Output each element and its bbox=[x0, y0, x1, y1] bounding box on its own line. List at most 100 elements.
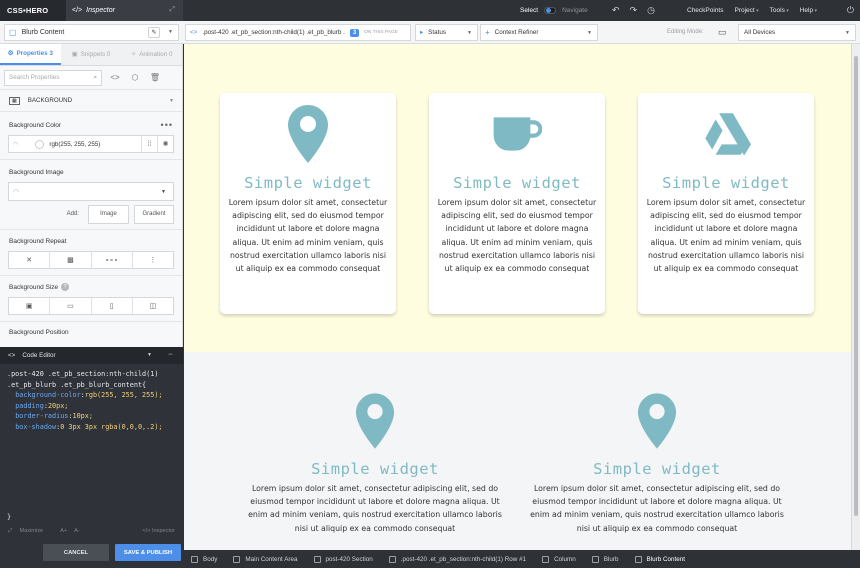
element-square-icon bbox=[233, 555, 241, 563]
add-image-button[interactable]: Image bbox=[88, 204, 129, 224]
code-line: background-color:rgb(255, 255, 255); bbox=[15, 391, 163, 399]
breadcrumb-label: Column bbox=[554, 555, 576, 563]
no-repeat-icon[interactable]: ✕ bbox=[9, 252, 51, 268]
breadcrumb-item[interactable]: Column bbox=[542, 555, 576, 563]
size-contain-icon[interactable]: ▯ bbox=[92, 298, 133, 314]
background-color-value: rgb(255, 255, 255) bbox=[49, 140, 101, 148]
tab-animation[interactable]: ✧ Animation 0 bbox=[121, 44, 182, 65]
background-repeat-options: ✕ ▩ ∘∘∘ ⋮ bbox=[8, 251, 174, 269]
add-gradient-button[interactable]: Gradient bbox=[134, 204, 174, 224]
save-publish-button[interactable]: SAVE & PUBLISH bbox=[115, 544, 181, 561]
code-property: box-shadow bbox=[15, 422, 57, 431]
coffee-cup-icon bbox=[492, 103, 542, 165]
history-icon[interactable]: ◷ bbox=[647, 5, 655, 16]
palette-grid-icon[interactable]: ⁞⁞ bbox=[141, 136, 157, 152]
font-decrease-button[interactable]: A- bbox=[74, 528, 80, 534]
code-toggle-icon[interactable]: <> bbox=[108, 73, 122, 82]
cancel-button[interactable]: CANCEL bbox=[43, 544, 109, 561]
breadcrumb-item[interactable]: Main Content Area bbox=[233, 555, 298, 563]
power-icon[interactable]: ⏻ bbox=[847, 5, 854, 16]
size-cover-icon[interactable]: ▭ bbox=[50, 298, 92, 314]
context-refiner-dropdown[interactable]: + Context Refiner ▼ bbox=[480, 24, 598, 41]
preview-scrollbar[interactable] bbox=[851, 44, 860, 550]
match-count-badge: 3 bbox=[349, 28, 360, 37]
breadcrumb-item[interactable]: Body bbox=[191, 555, 217, 563]
selector-path[interactable]: <> .post-420 .et_pb_section:nth-child(1)… bbox=[185, 24, 411, 41]
breadcrumb-item[interactable]: .post-420 .et_pb_section:nth-child(1) Ro… bbox=[388, 555, 526, 563]
context-refiner-label: Context Refiner bbox=[494, 29, 539, 36]
menu-tools[interactable]: Tools bbox=[770, 7, 789, 14]
color-swatch[interactable] bbox=[35, 139, 45, 149]
blurb-card[interactable]: Simple widget Lorem ipsum dolor sit amet… bbox=[220, 93, 396, 314]
pen-icon[interactable]: ✎ bbox=[148, 27, 160, 38]
breadcrumb-item-current[interactable]: Blurb Content bbox=[634, 555, 685, 563]
blurb-card[interactable]: Simple widget Lorem ipsum dolor sit amet… bbox=[638, 93, 814, 314]
status-dropdown[interactable]: ▸ Status ▼ bbox=[415, 24, 478, 41]
element-square-icon bbox=[388, 555, 396, 563]
search-row: Search Properties ⌕ <> ⬡ 🗑 bbox=[0, 66, 182, 90]
breadcrumb-item[interactable]: post-420 Section bbox=[313, 555, 373, 563]
menu-project[interactable]: Project bbox=[735, 7, 759, 14]
background-color-input[interactable]: ◠ rgb(255, 255, 255) ⁞⁞ ✺ bbox=[8, 135, 174, 153]
widget-title: Simple widget bbox=[453, 174, 581, 192]
inspector-tab[interactable]: </> Inspector ⤢ bbox=[66, 0, 183, 21]
map-pin-icon bbox=[355, 392, 395, 452]
redo-icon[interactable]: ↷ bbox=[630, 5, 638, 16]
breadcrumb-item[interactable]: Blurb bbox=[591, 555, 619, 563]
repeat-y-icon[interactable]: ⋮ bbox=[133, 252, 173, 268]
background-image-select[interactable]: ◠ ▼ bbox=[8, 182, 174, 201]
scrollbar-thumb[interactable] bbox=[854, 56, 858, 516]
code-property: background-color bbox=[15, 391, 81, 399]
menu-checkpoints[interactable]: CheckPoints bbox=[687, 7, 724, 14]
divider bbox=[0, 229, 182, 230]
chevron-down-icon: ▼ bbox=[587, 30, 592, 36]
element-selector[interactable]: ▢ Blurb Content ✎ ▼ bbox=[4, 24, 179, 41]
code-editor: <> Code Editor ▼ ⇔ .post-420 .et_pb_sect… bbox=[0, 347, 183, 568]
color-picker-icon[interactable]: ✺ bbox=[157, 136, 173, 152]
chevron-down-icon[interactable]: ▼ bbox=[147, 352, 152, 358]
properties-panel: ⚙ Properties 3 ▣ Snippets 0 ✧ Animation … bbox=[0, 44, 183, 347]
code-editor-text[interactable]: .post-420 .et_pb_section:nth-child(1) .et… bbox=[0, 364, 183, 437]
undo-icon[interactable]: ↶ bbox=[612, 5, 620, 16]
chevron-down-icon: ▼ bbox=[467, 30, 472, 36]
top-bar: CSS•HERO </> Inspector ⤢ Select Navigate… bbox=[0, 0, 860, 21]
editing-mode-label: Editing Mode: bbox=[667, 29, 704, 35]
size-custom-icon[interactable]: ◫ bbox=[133, 298, 173, 314]
code-line: padding:20px; bbox=[15, 401, 69, 410]
size-auto-icon[interactable]: ▣ bbox=[9, 298, 51, 314]
font-increase-button[interactable]: A+ bbox=[60, 528, 67, 534]
swap-icon[interactable]: ⇔ bbox=[167, 351, 174, 358]
menu-help[interactable]: Help bbox=[800, 7, 817, 14]
code-editor-header: <> Code Editor ▼ ⇔ bbox=[0, 347, 183, 364]
map-pin-icon bbox=[283, 103, 333, 165]
maximize-label[interactable]: Maximize bbox=[19, 528, 43, 534]
chevron-down-icon[interactable]: ▼ bbox=[168, 29, 173, 35]
search-properties-input[interactable]: Search Properties ⌕ bbox=[4, 69, 102, 86]
divider bbox=[0, 159, 182, 160]
repeat-all-icon[interactable]: ▩ bbox=[50, 252, 92, 268]
blurb-column[interactable]: Simple widget Lorem ipsum dolor sit amet… bbox=[522, 392, 792, 535]
more-options-icon[interactable]: ••• bbox=[161, 120, 173, 130]
blurb-card[interactable]: Simple widget Lorem ipsum dolor sit amet… bbox=[429, 93, 605, 314]
inspector-link[interactable]: </> Inspector bbox=[142, 528, 175, 534]
tab-properties[interactable]: ⚙ Properties 3 bbox=[0, 44, 61, 65]
select-mode-label[interactable]: Select bbox=[520, 7, 538, 14]
blurb-column[interactable]: Simple widget Lorem ipsum dolor sit amet… bbox=[240, 392, 510, 535]
help-icon[interactable]: ? bbox=[61, 283, 70, 291]
match-count-note: ON THIS PAGE bbox=[364, 30, 398, 35]
device-dropdown[interactable]: All Devices ▼ bbox=[738, 24, 856, 41]
trash-icon[interactable]: 🗑 bbox=[148, 73, 162, 82]
tab-snippets[interactable]: ▣ Snippets 0 bbox=[61, 44, 122, 65]
drive-triangle-icon bbox=[701, 103, 751, 165]
expand-icon[interactable]: ⤢ bbox=[169, 6, 175, 14]
background-color-label: Background Color bbox=[9, 121, 62, 129]
element-square-icon bbox=[313, 555, 321, 563]
property-group-dropdown[interactable]: ▦ BACKGROUND ▼ bbox=[0, 90, 182, 112]
page-preview[interactable]: Simple widget Lorem ipsum dolor sit amet… bbox=[184, 44, 851, 550]
code-property: padding bbox=[15, 401, 44, 410]
navigate-mode-label[interactable]: Navigate bbox=[562, 7, 588, 14]
mode-toggle[interactable] bbox=[544, 7, 557, 14]
cube-icon[interactable]: ⬡ bbox=[128, 73, 142, 82]
maximize-icon[interactable]: ⤢ bbox=[8, 528, 12, 535]
repeat-x-icon[interactable]: ∘∘∘ bbox=[92, 252, 133, 268]
